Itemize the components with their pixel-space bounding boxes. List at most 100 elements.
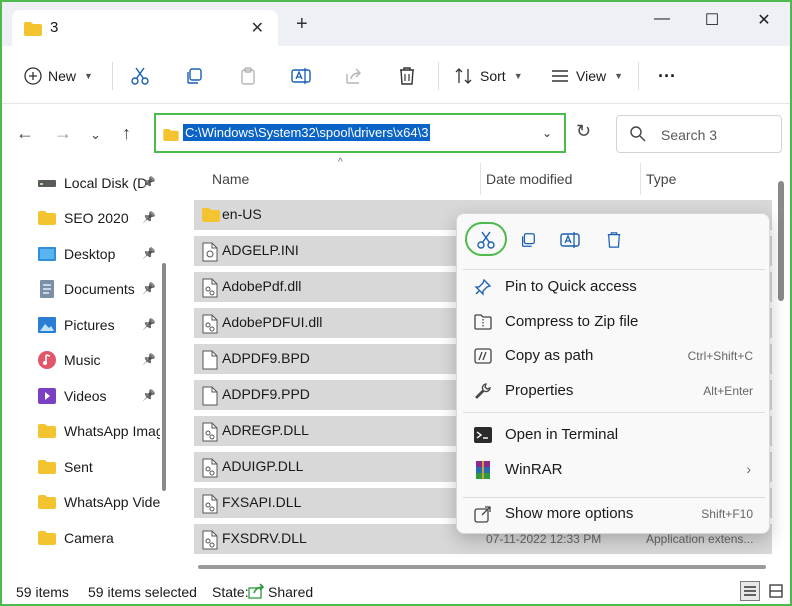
column-header-type[interactable]: Type (646, 171, 676, 187)
sidebar-scrollbar[interactable] (162, 263, 166, 491)
pin-icon: 📌 (142, 177, 156, 189)
sort-icon (455, 68, 472, 84)
menu-item-pin-to-quick-access[interactable]: Pin to Quick access (457, 272, 769, 302)
sidebar-item-whatsapp-imag[interactable]: WhatsApp Imag (38, 420, 162, 442)
terminal-icon (473, 426, 493, 444)
sidebar-item-local-disk-d[interactable]: Local Disk (D 📌 (38, 172, 162, 194)
vertical-scrollbar[interactable] (778, 181, 784, 301)
tab-close-icon[interactable]: ✕ (251, 18, 264, 38)
details-view-button[interactable] (740, 581, 760, 601)
sidebar-item-pictures[interactable]: Pictures 📌 (38, 314, 162, 336)
folder-icon (163, 128, 179, 144)
context-menu: Pin to Quick access Compress to Zip file C… (456, 213, 770, 534)
command-bar: New ▼ Sort ▼ View ▼ ··· (2, 46, 790, 104)
cut-button[interactable] (130, 64, 150, 88)
more-options-button[interactable]: ··· (658, 64, 676, 88)
dll-icon (202, 530, 218, 553)
menu-divider (463, 269, 765, 270)
close-window-icon[interactable]: ✕ (754, 10, 774, 30)
file-name: FXSAPI.DLL (222, 494, 302, 510)
details-view-icon (744, 586, 756, 596)
state-label: State: (212, 584, 249, 600)
view-button[interactable]: View ▼ (550, 64, 623, 88)
pin-icon: 📌 (142, 390, 156, 402)
back-arrow-icon[interactable]: ← (16, 123, 34, 144)
sidebar-item-seo-2020[interactable]: SEO 2020 📌 (38, 207, 162, 229)
tiles-view-button[interactable] (766, 581, 786, 601)
file-name: ADPDF9.BPD (222, 350, 310, 366)
file-name: en-US (222, 206, 262, 222)
menu-item-open-in-terminal[interactable]: Open in Terminal (457, 420, 769, 450)
column-header-date-modified[interactable]: Date modified (486, 171, 572, 187)
menu-item-show-more-options[interactable]: Show more options Shift+F10 (457, 499, 769, 529)
context-rename-button[interactable] (555, 226, 585, 254)
menu-item-copy-as-path[interactable]: Copy as path Ctrl+Shift+C (457, 341, 769, 371)
rename-button[interactable] (290, 64, 312, 88)
sidebar-item-videos[interactable]: Videos 📌 (38, 385, 162, 407)
new-tab-icon[interactable]: + (296, 14, 308, 34)
file-icon (202, 386, 218, 409)
sidebar-item-desktop[interactable]: Desktop 📌 (38, 243, 162, 265)
view-list-icon (552, 70, 568, 82)
navigation-pane: Local Disk (D 📌 SEO 2020 📌 Desktop 📌 Documents… (2, 163, 174, 578)
paste-button[interactable] (238, 64, 258, 88)
sidebar-item-whatsapp-vide[interactable]: WhatsApp Vide (38, 491, 162, 513)
horizontal-scrollbar[interactable] (198, 565, 766, 569)
sidebar-item-music[interactable]: Music 📌 (38, 349, 162, 371)
context-copy-button[interactable] (513, 226, 543, 254)
sidebar-item-documents[interactable]: Documents 📌 (38, 278, 162, 300)
chevron-down-icon: ▼ (513, 71, 523, 81)
more-dots-icon: ··· (658, 65, 676, 86)
folder-icon (38, 424, 56, 438)
refresh-icon[interactable]: ↻ (576, 121, 591, 142)
context-delete-button[interactable] (599, 226, 629, 254)
address-dropdown-chevron-icon[interactable]: ⌄ (542, 126, 552, 140)
recent-locations-chevron-icon[interactable]: ⌄ (90, 127, 101, 143)
sidebar-item-label: WhatsApp Imag (64, 423, 160, 439)
menu-item-properties[interactable]: Properties Alt+Enter (457, 376, 769, 406)
search-box[interactable]: Search 3 (616, 115, 782, 153)
sidebar-item-label: Sent (64, 459, 93, 475)
music-icon (38, 351, 56, 369)
sort-button[interactable]: Sort ▼ (454, 64, 523, 88)
rename-icon (560, 232, 580, 248)
forward-arrow-icon[interactable]: → (54, 123, 72, 144)
menu-item-compress-to-zip-file[interactable]: Compress to Zip file (457, 307, 769, 337)
new-button[interactable]: New ▼ (24, 64, 93, 88)
copy-button[interactable] (184, 64, 204, 88)
ini-icon (202, 242, 218, 265)
menu-item-label: Open in Terminal (505, 426, 619, 443)
share-button[interactable] (344, 64, 364, 88)
sort-label: Sort (480, 68, 506, 84)
context-cut-button[interactable] (471, 226, 501, 254)
file-date: 07-11-2022 12:33 PM (486, 532, 602, 546)
menu-item-label: Properties (505, 382, 574, 399)
delete-button[interactable] (398, 64, 416, 88)
sidebar-item-camera[interactable]: Camera (38, 527, 162, 549)
address-row: ← → ⌄ ↑ C:\Windows\System32\spool\driver… (2, 105, 790, 163)
menu-item-winrar[interactable]: WinRAR › (457, 455, 769, 485)
winrar-icon (473, 461, 493, 479)
zip-icon (473, 313, 493, 331)
sort-ascending-icon: ^ (338, 157, 343, 168)
item-count: 59 items (16, 584, 69, 600)
menu-item-shortcut: Ctrl+Shift+C (687, 349, 753, 363)
copy-icon (187, 68, 202, 84)
maximize-icon[interactable]: ☐ (702, 10, 722, 30)
sidebar-item-sent[interactable]: Sent (38, 456, 162, 478)
trash-icon (400, 67, 414, 85)
column-header-name[interactable]: Name (212, 171, 249, 187)
new-label: New (48, 68, 77, 84)
menu-item-label: Copy as path (505, 347, 594, 364)
minimize-icon[interactable]: — (652, 10, 672, 28)
up-arrow-icon[interactable]: ↑ (122, 123, 131, 144)
state-value: Shared (268, 584, 314, 600)
menu-divider (463, 412, 765, 413)
rename-icon (291, 68, 311, 84)
tab-3[interactable]: 3 ✕ (12, 10, 278, 46)
address-bar[interactable]: C:\Windows\System32\spool\drivers\x64\3 … (154, 113, 566, 153)
pin-icon: 📌 (142, 283, 156, 295)
file-icon (202, 350, 218, 373)
pictures-icon (38, 317, 56, 333)
address-path[interactable]: C:\Windows\System32\spool\drivers\x64\3 (183, 124, 431, 141)
